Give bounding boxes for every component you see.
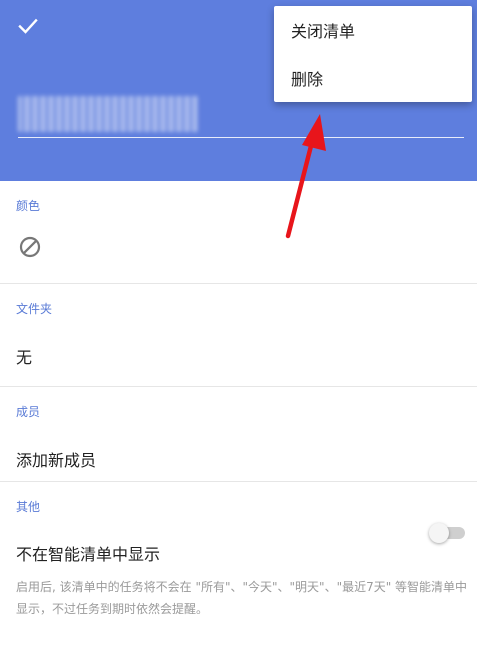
add-member-button[interactable]: 添加新成员: [16, 447, 96, 471]
color-picker-button[interactable]: [18, 235, 42, 259]
hide-in-smart-list-toggle[interactable]: [429, 523, 465, 543]
folder-section-label: 文件夹: [16, 302, 53, 316]
members-section: 成员 添加新成员: [0, 387, 477, 482]
members-section-label: 成员: [16, 405, 41, 419]
hide-in-smart-list-label: 不在智能清单中显示: [16, 545, 161, 564]
folder-value: 无: [16, 348, 33, 367]
hide-in-smart-list-description: 启用后, 该清单中的任务将不会在 "所有"、"今天"、"明天"、"最近7天" 等…: [16, 580, 468, 616]
color-section: 颜色: [0, 181, 477, 284]
menu-item-close-list[interactable]: 关闭清单: [274, 6, 472, 54]
check-icon: [18, 18, 38, 34]
other-section: 其他 不在智能清单中显示 启用后, 该清单中的任务将不会在 "所有"、"今天"、…: [0, 482, 477, 669]
folder-section[interactable]: 文件夹 无: [0, 284, 477, 387]
list-name-redacted: [18, 96, 198, 132]
menu-item-label: 删除: [291, 70, 324, 89]
overflow-menu: 关闭清单 删除: [274, 6, 472, 102]
name-input-underline: [18, 137, 464, 138]
other-section-label: 其他: [16, 500, 41, 514]
toggle-knob: [429, 523, 449, 543]
menu-item-label: 关闭清单: [291, 22, 356, 41]
color-section-label: 颜色: [16, 199, 41, 213]
no-color-icon: [19, 236, 41, 258]
confirm-button[interactable]: [12, 10, 44, 42]
menu-item-delete[interactable]: 删除: [274, 54, 472, 102]
